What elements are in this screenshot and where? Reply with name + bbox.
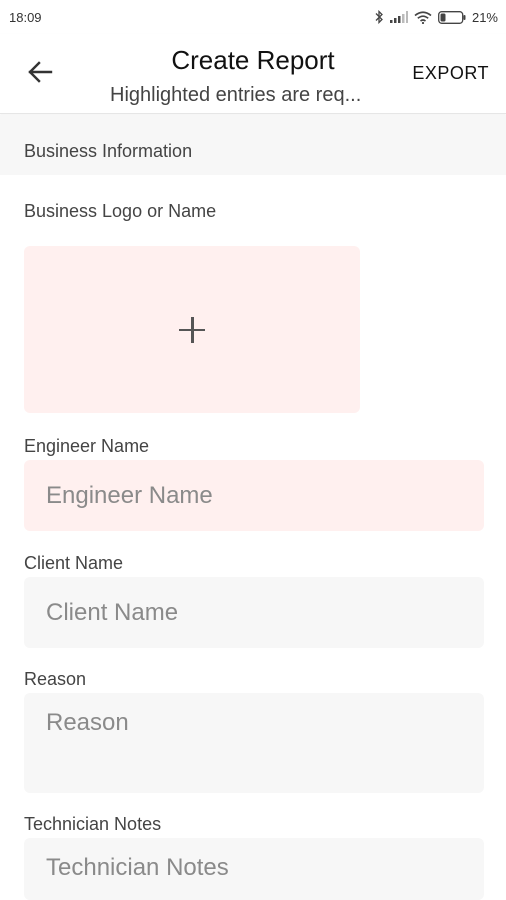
export-button[interactable]: EXPORT <box>412 63 489 84</box>
section-header: Business Information <box>0 115 506 175</box>
client-name-input[interactable] <box>24 577 484 648</box>
battery-icon <box>438 10 466 24</box>
engineer-name-label: Engineer Name <box>24 436 150 456</box>
engineer-name-input[interactable] <box>24 460 484 531</box>
technician-notes-label: Technician Notes <box>24 814 162 834</box>
wifi-icon <box>414 10 432 24</box>
plus-icon <box>179 316 205 343</box>
reason-label: Reason <box>24 669 87 689</box>
page-subtitle: Highlighted entries are req... <box>110 84 362 106</box>
status-icons: 21% <box>374 10 498 25</box>
battery-percent: 21% <box>471 9 498 25</box>
app-bar: Create Report Highlighted entries are re… <box>0 34 506 114</box>
signal-icon <box>389 11 408 23</box>
add-logo-button[interactable] <box>24 246 360 413</box>
client-name-label: Client Name <box>24 553 124 573</box>
business-logo-label: Business Logo or Name <box>24 201 217 221</box>
section-title: Business Information <box>24 141 193 161</box>
status-time: 18:09 <box>9 9 42 25</box>
technician-notes-input[interactable] <box>24 838 484 900</box>
bluetooth-icon <box>374 10 384 24</box>
reason-input[interactable] <box>24 693 484 793</box>
status-bar: 18:09 21% <box>0 0 506 34</box>
